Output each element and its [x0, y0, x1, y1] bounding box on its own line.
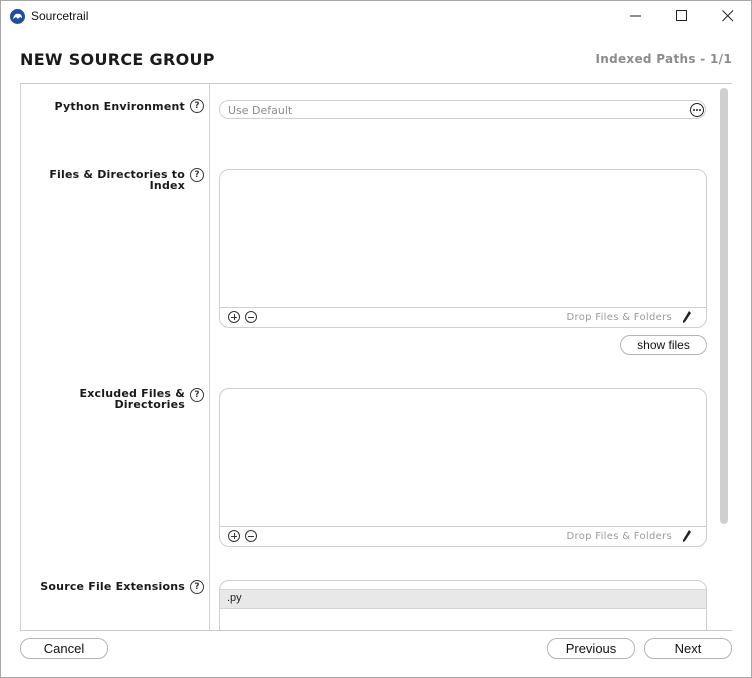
source-extensions-list[interactable]: .py [219, 580, 707, 630]
python-environment-label: Python Environment [54, 100, 185, 113]
main-window: Sourcetrail NEW SOURCE GROUP Indexed Pat… [0, 0, 752, 678]
files-to-index-list[interactable]: Drop Files & Folders [219, 169, 707, 328]
files-to-index-drop-hint: Drop Files & Folders [566, 312, 672, 323]
excluded-help-icon[interactable]: ? [190, 388, 204, 402]
files-to-index-toolbar: Drop Files & Folders [220, 307, 706, 327]
excluded-drop-hint: Drop Files & Folders [566, 531, 672, 542]
python-environment-help-icon[interactable]: ? [190, 99, 204, 113]
extension-text: .py [227, 592, 242, 604]
python-environment-field[interactable]: Use Default [219, 100, 706, 119]
edit-pencil-icon[interactable] [682, 529, 692, 543]
cancel-button[interactable]: Cancel [20, 638, 108, 659]
page-progress: Indexed Paths - 1/1 [595, 52, 732, 66]
maximize-icon [676, 10, 687, 21]
files-to-index-label-line2: Index [149, 179, 185, 192]
excluded-label-line2: Directories [114, 398, 185, 411]
excluded-list[interactable]: Drop Files & Folders [219, 388, 707, 547]
footer-divider [20, 630, 732, 631]
source-extensions-label: Source File Extensions [40, 580, 185, 593]
page-title: NEW SOURCE GROUP [20, 50, 215, 69]
title-bar[interactable]: Sourcetrail [1, 1, 751, 32]
label-column [20, 84, 210, 630]
remove-path-icon[interactable] [245, 311, 257, 323]
source-extensions-help-icon[interactable]: ? [190, 580, 204, 594]
excluded-toolbar: Drop Files & Folders [220, 526, 706, 546]
minimize-button[interactable] [613, 1, 659, 32]
window-title: Sourcetrail [31, 9, 89, 23]
next-button[interactable]: Next [644, 638, 732, 659]
add-path-icon[interactable] [228, 311, 240, 323]
files-to-index-label: Files & Directories to Index [35, 169, 185, 191]
vertical-scrollbar[interactable] [720, 88, 728, 524]
browse-more-icon[interactable] [690, 103, 704, 117]
close-button[interactable] [705, 1, 751, 32]
form-scroll-area[interactable]: Python Environment ? Use Default Files &… [20, 84, 733, 630]
remove-excluded-icon[interactable] [245, 530, 257, 542]
add-excluded-icon[interactable] [228, 530, 240, 542]
edit-pencil-icon[interactable] [682, 310, 692, 324]
minimize-icon [630, 15, 641, 17]
close-icon [722, 10, 734, 22]
files-to-index-help-icon[interactable]: ? [190, 168, 204, 182]
excluded-label: Excluded Files & Directories [35, 388, 185, 410]
python-environment-placeholder: Use Default [228, 104, 293, 117]
list-item[interactable]: .py [220, 589, 706, 609]
maximize-button[interactable] [659, 1, 705, 32]
previous-button[interactable]: Previous [547, 638, 635, 659]
show-files-button[interactable]: show files [620, 335, 707, 355]
sourcetrail-logo-icon [10, 9, 25, 24]
